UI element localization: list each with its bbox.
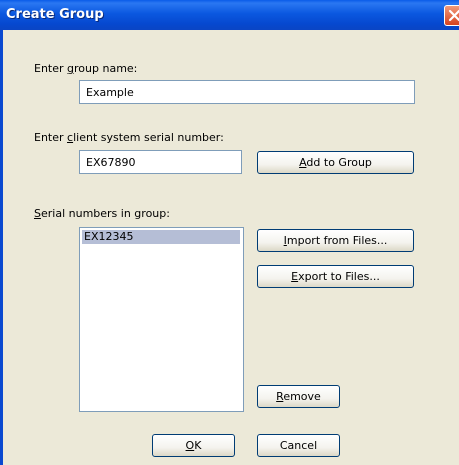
serial-number-label: Enter client system serial number: — [34, 131, 224, 144]
group-name-label: Enter group name: — [34, 62, 138, 75]
title-bar[interactable]: Create Group — [0, 0, 459, 30]
close-button[interactable] — [444, 5, 459, 26]
window-title: Create Group — [6, 7, 104, 22]
list-item[interactable]: EX12345 — [82, 230, 240, 244]
import-from-files-button[interactable]: Import from Files... — [257, 229, 414, 252]
cancel-button[interactable]: Cancel — [257, 434, 340, 457]
create-group-dialog: Create Group Enter group name: Example E… — [0, 0, 459, 465]
serial-number-input[interactable]: EX67890 — [79, 150, 242, 174]
add-to-group-button[interactable]: Add to Group — [257, 151, 414, 174]
window-border — [0, 30, 3, 465]
export-to-files-button[interactable]: Export to Files... — [257, 265, 414, 288]
serials-list-label: Serial numbers in group: — [34, 207, 170, 220]
remove-button[interactable]: Remove — [257, 385, 340, 408]
group-name-input[interactable]: Example — [79, 80, 415, 104]
ok-button[interactable]: OK — [152, 434, 235, 457]
serials-listbox[interactable]: EX12345 — [79, 227, 244, 412]
close-icon — [448, 9, 459, 22]
